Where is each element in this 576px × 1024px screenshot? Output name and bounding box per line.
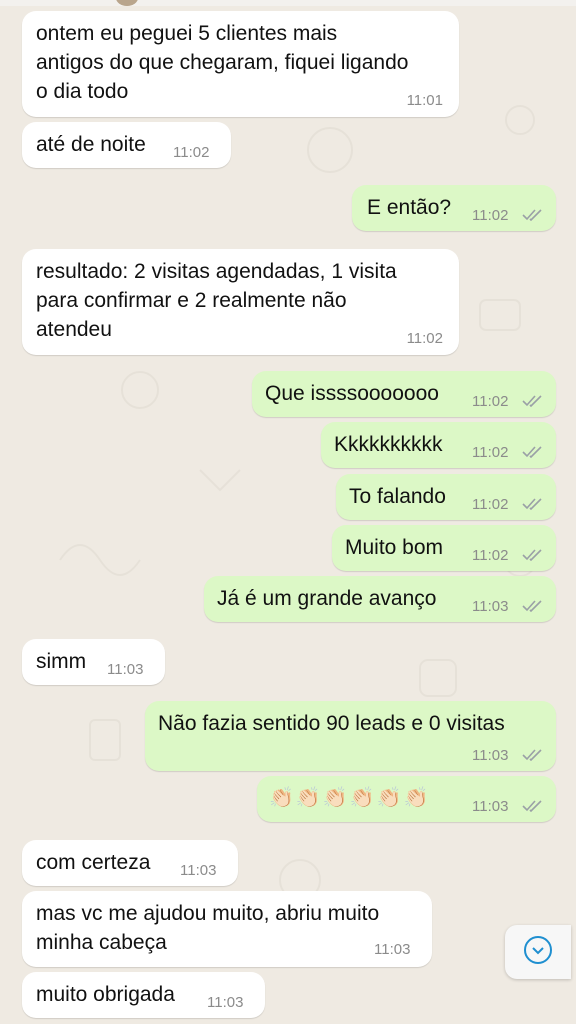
message-text: To falando [349,485,446,508]
message-incoming[interactable]: muito obrigada 11:03 [22,972,265,1018]
message-outgoing[interactable]: Kkkkkkkkkk 11:02 [321,422,556,468]
message-outgoing[interactable]: Que issssooooooo 11:02 [252,371,556,417]
double-check-icon [522,600,542,612]
message-time: 11:02 [472,207,509,224]
message-time: 11:02 [472,547,509,564]
double-check-icon [522,395,542,407]
message-time: 11:02 [173,144,210,161]
message-time: 11:03 [472,798,509,815]
message-text: Muito bom [345,536,444,559]
chevron-down-icon [524,936,552,964]
message-incoming[interactable]: até de noite 11:02 [22,122,231,168]
message-incoming[interactable]: ontem eu peguei 5 clientes mais antigos … [22,11,459,117]
message-incoming[interactable]: com certeza 11:03 [22,840,238,886]
header-edge [0,0,576,6]
message-text: E então? [367,196,452,219]
avatar [116,0,138,6]
message-text: resultado: 2 visitas agendadas, 1 visita… [36,260,397,341]
message-incoming[interactable]: simm 11:03 [22,639,165,685]
message-outgoing[interactable]: Não fazia sentido 90 leads e 0 visitas 1… [145,701,556,771]
clapping-hands-emoji: 👏🏻👏🏻👏🏻👏🏻👏🏻👏🏻 [269,787,431,809]
message-text: Kkkkkkkkkk [334,433,443,456]
message-time: 11:02 [472,393,509,410]
message-time: 11:03 [107,661,144,678]
message-text: Não fazia sentido 90 leads e 0 visitas [158,712,505,735]
message-outgoing[interactable]: To falando 11:02 [336,474,556,520]
double-check-icon [522,498,542,510]
message-time: 11:03 [374,941,411,958]
message-time: 11:02 [472,444,509,461]
message-text: até de noite [36,133,146,156]
message-text: Já é um grande avanço [217,587,437,610]
message-time: 11:03 [180,862,217,879]
message-text: muito obrigada [36,983,175,1006]
message-text: mas vc me ajudou muito, abriu muito minh… [36,902,380,954]
scroll-to-bottom-button[interactable] [505,925,571,979]
message-time: 11:02 [472,496,509,513]
double-check-icon [522,446,542,458]
message-time: 11:01 [406,92,443,109]
message-text: ontem eu peguei 5 clientes mais antigos … [36,22,409,103]
message-text: Que issssooooooo [265,382,439,405]
message-text: simm [36,650,87,673]
message-time: 11:02 [406,330,443,347]
message-incoming[interactable]: mas vc me ajudou muito, abriu muito minh… [22,891,432,967]
message-outgoing[interactable]: E então? 11:02 [352,185,556,231]
double-check-icon [522,549,542,561]
message-outgoing[interactable]: Muito bom 11:02 [332,525,556,571]
double-check-icon [522,749,542,761]
message-text: com certeza [36,851,151,874]
message-incoming[interactable]: resultado: 2 visitas agendadas, 1 visita… [22,249,459,355]
message-time: 11:03 [207,994,244,1011]
message-time: 11:03 [472,747,509,764]
double-check-icon [522,800,542,812]
message-time: 11:03 [472,598,509,615]
double-check-icon [522,209,542,221]
message-outgoing[interactable]: Já é um grande avanço 11:03 [204,576,556,622]
message-outgoing[interactable]: 👏🏻👏🏻👏🏻👏🏻👏🏻👏🏻 11:03 [257,776,556,822]
